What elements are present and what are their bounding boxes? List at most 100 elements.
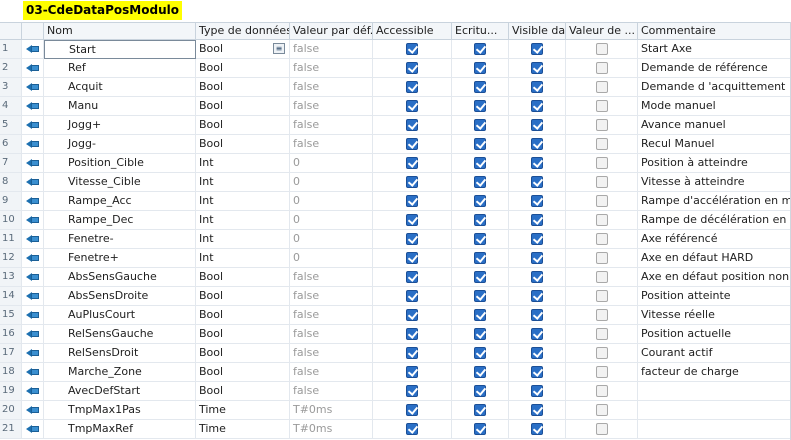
ecriture-checkbox[interactable] — [474, 290, 486, 302]
accessible-checkbox[interactable] — [406, 138, 418, 150]
default-value-cell[interactable]: false — [290, 78, 373, 97]
default-value-cell[interactable]: false — [290, 268, 373, 287]
visible-checkbox[interactable] — [531, 233, 543, 245]
valeur_de-checkbox[interactable] — [595, 328, 608, 340]
visible-checkbox[interactable] — [531, 347, 543, 359]
default-value-cell[interactable]: false — [290, 135, 373, 154]
visible-checkbox[interactable] — [531, 309, 543, 321]
header-ecriture[interactable]: Ecritu... — [452, 23, 509, 39]
default-value-cell[interactable]: 0 — [290, 249, 373, 268]
table-row[interactable]: 1 Start Bool ≡ false Start Axe — [0, 40, 791, 59]
accessible-checkbox[interactable] — [406, 423, 418, 435]
type-cell[interactable]: Int — [196, 192, 290, 211]
valeur_de-checkbox[interactable] — [595, 100, 608, 112]
accessible-checkbox[interactable] — [406, 157, 418, 169]
valeur_de-checkbox[interactable] — [595, 214, 608, 226]
valeur_de-checkbox[interactable] — [595, 195, 608, 207]
table-row[interactable]: 20 TmpMax1Pas Time T#0ms — [0, 401, 791, 420]
type-cell[interactable]: Bool — [196, 306, 290, 325]
accessible-checkbox[interactable] — [406, 176, 418, 188]
comment-cell[interactable]: Axe en défaut HARD — [638, 249, 791, 268]
table-row[interactable]: 21 TmpMaxRef Time T#0ms — [0, 420, 791, 439]
type-cell[interactable]: Bool — [196, 287, 290, 306]
comment-cell[interactable]: Axe en défaut position non atteinte — [638, 268, 791, 287]
accessible-checkbox[interactable] — [406, 290, 418, 302]
visible-checkbox[interactable] — [531, 423, 543, 435]
valeur_de-checkbox[interactable] — [595, 404, 608, 416]
comment-cell[interactable] — [638, 382, 791, 401]
comment-cell[interactable]: facteur de charge — [638, 363, 791, 382]
comment-cell[interactable]: Mode manuel — [638, 97, 791, 116]
name-cell[interactable]: Start — [44, 40, 196, 59]
ecriture-checkbox[interactable] — [474, 81, 486, 93]
table-row[interactable]: 12 Fenetre+ Int 0 Axe en défaut HARD — [0, 249, 791, 268]
default-value-cell[interactable]: 0 — [290, 173, 373, 192]
name-cell[interactable]: Rampe_Dec — [44, 211, 196, 230]
name-cell[interactable]: AbsSensDroite — [44, 287, 196, 306]
default-value-cell[interactable]: 0 — [290, 211, 373, 230]
name-cell[interactable]: Acquit — [44, 78, 196, 97]
accessible-checkbox[interactable] — [406, 385, 418, 397]
name-cell[interactable]: Rampe_Acc — [44, 192, 196, 211]
type-cell[interactable]: Bool — [196, 116, 290, 135]
accessible-checkbox[interactable] — [406, 195, 418, 207]
valeur_de-checkbox[interactable] — [595, 62, 608, 74]
ecriture-checkbox[interactable] — [474, 309, 486, 321]
type-cell[interactable]: Bool — [196, 97, 290, 116]
default-value-cell[interactable]: false — [290, 344, 373, 363]
ecriture-checkbox[interactable] — [474, 252, 486, 264]
table-row[interactable]: 15 AuPlusCourt Bool false Vitesse réelle — [0, 306, 791, 325]
comment-cell[interactable]: Courant actif — [638, 344, 791, 363]
comment-cell[interactable]: Rampe de décélération en ms — [638, 211, 791, 230]
ecriture-checkbox[interactable] — [474, 328, 486, 340]
default-value-cell[interactable]: false — [290, 306, 373, 325]
visible-checkbox[interactable] — [531, 271, 543, 283]
table-row[interactable]: 5 Jogg+ Bool false Avance manuel — [0, 116, 791, 135]
valeur_de-checkbox[interactable] — [595, 347, 608, 359]
comment-cell[interactable]: Rampe d'accélération en ms — [638, 192, 791, 211]
accessible-checkbox[interactable] — [406, 233, 418, 245]
valeur_de-checkbox[interactable] — [595, 385, 608, 397]
ecriture-checkbox[interactable] — [474, 138, 486, 150]
accessible-checkbox[interactable] — [406, 62, 418, 74]
valeur_de-checkbox[interactable] — [595, 252, 608, 264]
accessible-checkbox[interactable] — [406, 347, 418, 359]
type-cell[interactable]: Bool — [196, 135, 290, 154]
type-cell[interactable]: Time — [196, 401, 290, 420]
name-cell[interactable]: TmpMax1Pas — [44, 401, 196, 420]
name-cell[interactable]: Jogg- — [44, 135, 196, 154]
table-row[interactable]: 4 Manu Bool false Mode manuel — [0, 97, 791, 116]
type-cell[interactable]: Int — [196, 249, 290, 268]
accessible-checkbox[interactable] — [406, 214, 418, 226]
visible-checkbox[interactable] — [531, 62, 543, 74]
table-row[interactable]: 8 Vitesse_Cible Int 0 Vitesse à atteindre — [0, 173, 791, 192]
visible-checkbox[interactable] — [531, 290, 543, 302]
comment-cell[interactable]: Position atteinte — [638, 287, 791, 306]
header-type[interactable]: Type de données — [196, 23, 290, 39]
visible-checkbox[interactable] — [531, 138, 543, 150]
header-valeur-de[interactable]: Valeur de ... — [566, 23, 638, 39]
valeur_de-checkbox[interactable] — [595, 176, 608, 188]
type-cell[interactable]: Bool — [196, 363, 290, 382]
visible-checkbox[interactable] — [531, 100, 543, 112]
header-visible[interactable]: Visible da — [509, 23, 566, 39]
ecriture-checkbox[interactable] — [474, 366, 486, 378]
type-cell[interactable]: Int — [196, 230, 290, 249]
name-cell[interactable]: TmpMaxRef — [44, 420, 196, 439]
name-cell[interactable]: Vitesse_Cible — [44, 173, 196, 192]
type-cell[interactable]: Bool — [196, 382, 290, 401]
valeur_de-checkbox[interactable] — [595, 119, 608, 131]
ecriture-checkbox[interactable] — [474, 347, 486, 359]
table-row[interactable]: 17 RelSensDroit Bool false Courant actif — [0, 344, 791, 363]
comment-cell[interactable]: Demande d 'acquittement — [638, 78, 791, 97]
visible-checkbox[interactable] — [531, 119, 543, 131]
header-accessible[interactable]: Accessible — [373, 23, 452, 39]
table-row[interactable]: 9 Rampe_Acc Int 0 Rampe d'accélération en ms — [0, 192, 791, 211]
valeur_de-checkbox[interactable] — [595, 366, 608, 378]
name-cell[interactable]: Position_Cible — [44, 154, 196, 173]
visible-checkbox[interactable] — [531, 385, 543, 397]
accessible-checkbox[interactable] — [406, 252, 418, 264]
default-value-cell[interactable]: false — [290, 363, 373, 382]
valeur_de-checkbox[interactable] — [595, 43, 608, 55]
visible-checkbox[interactable] — [531, 43, 543, 55]
